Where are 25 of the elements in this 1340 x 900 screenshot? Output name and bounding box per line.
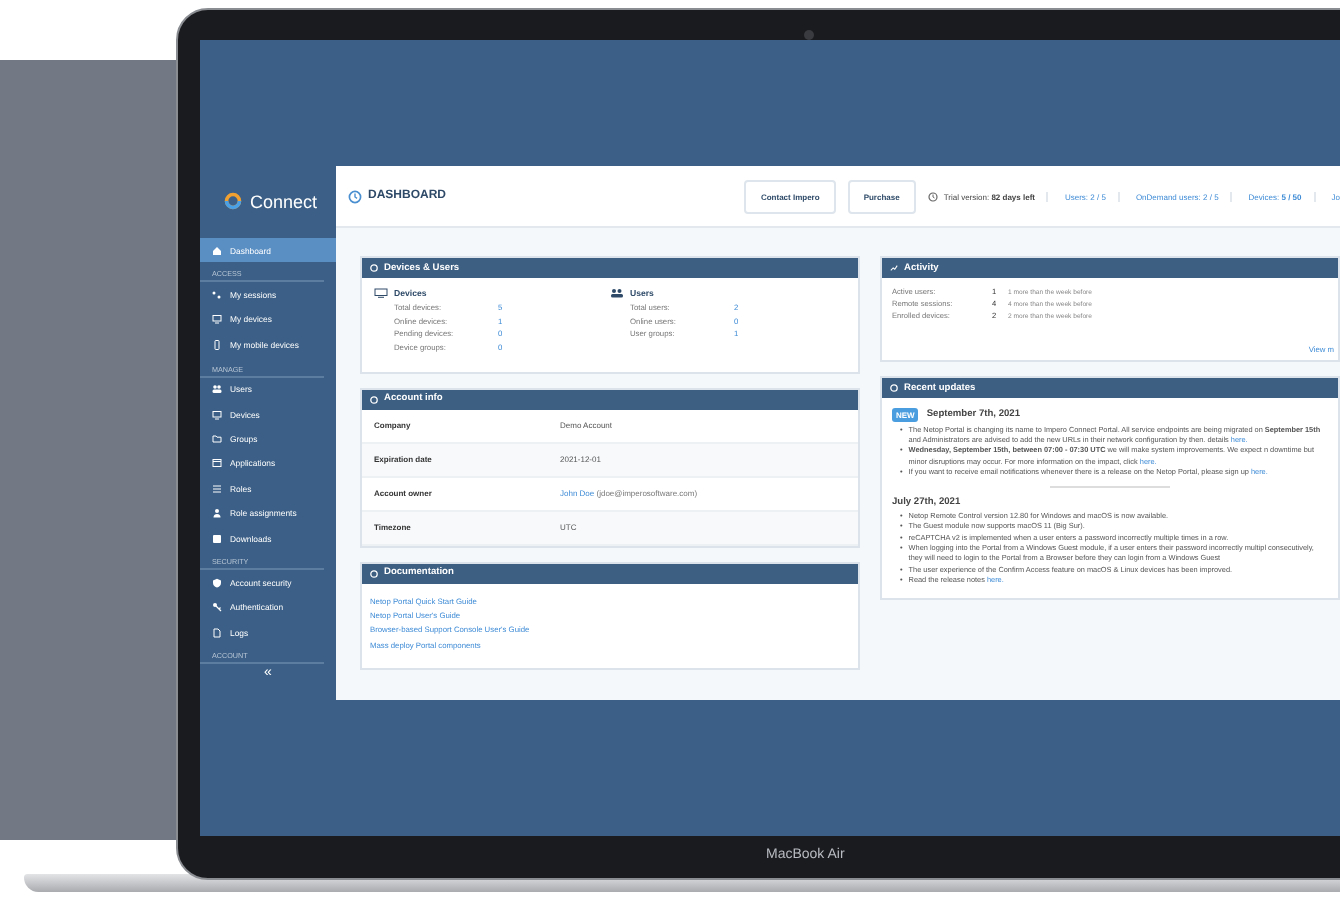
folder-icon xyxy=(212,434,222,445)
circle-icon xyxy=(370,395,378,404)
circle-icon xyxy=(370,569,378,578)
camera-dot xyxy=(804,30,814,40)
logo-text: Connect xyxy=(250,191,318,211)
shield-icon xyxy=(212,577,222,588)
person-icon xyxy=(212,508,222,519)
people-icon xyxy=(610,288,624,298)
monitor-icon xyxy=(212,409,222,420)
circle-icon xyxy=(370,264,378,272)
clock-icon xyxy=(348,189,362,203)
phone-icon xyxy=(212,339,222,350)
document-icon xyxy=(212,627,222,638)
people-icon xyxy=(212,384,222,395)
window-icon xyxy=(212,458,222,469)
logo-icon xyxy=(224,192,242,210)
key-icon xyxy=(212,602,222,613)
chart-icon xyxy=(890,264,898,272)
dots-icon xyxy=(212,290,222,301)
list-icon xyxy=(212,483,222,494)
house-icon xyxy=(212,245,222,256)
monitor-icon xyxy=(374,288,388,298)
monitor-icon xyxy=(212,314,222,325)
download-icon xyxy=(212,533,222,544)
clock-icon xyxy=(927,191,938,201)
